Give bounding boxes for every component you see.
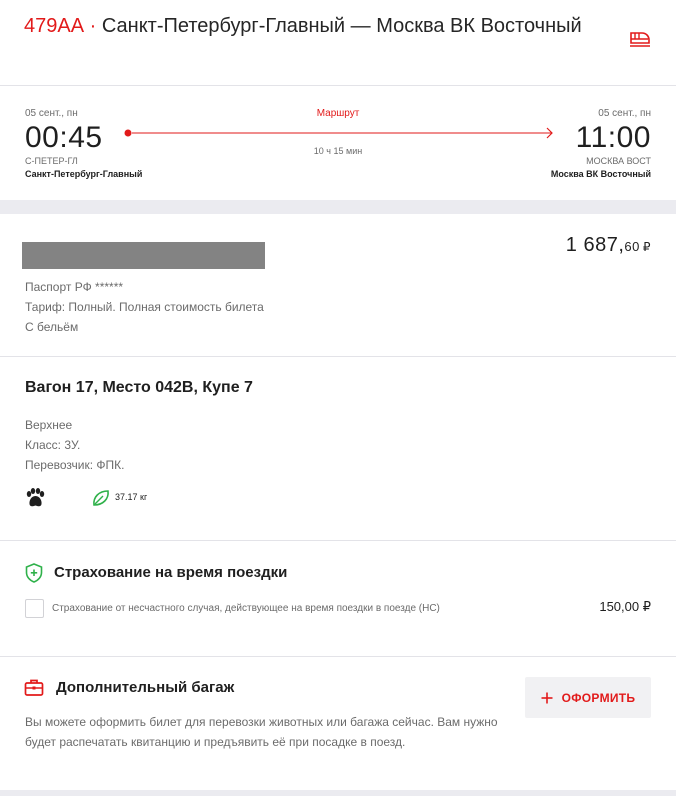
baggage-description: Вы можете оформить билет для перевозки ж… bbox=[25, 715, 498, 749]
trip-duration: 10 ч 15 мин bbox=[313, 146, 363, 156]
train-icon bbox=[630, 32, 650, 47]
passenger-linen: С бельём bbox=[25, 320, 79, 334]
arrival-time: 11:00 bbox=[575, 121, 651, 154]
currency-sign: ₽ bbox=[642, 240, 651, 254]
seat-position: Верхнее bbox=[25, 418, 73, 432]
passenger-section: 1 687,60 ₽ Паспорт РФ ****** Тариф: Полны… bbox=[0, 214, 676, 357]
passenger-document: Паспорт РФ ****** bbox=[25, 280, 124, 294]
seat-heading: Вагон 17, Место 042В, Купе 7 bbox=[25, 379, 253, 396]
trip-title: 479АА · Санкт-Петербург-Главный — Москва… bbox=[24, 14, 584, 39]
passenger-name-redacted bbox=[22, 242, 265, 269]
shield-plus-icon bbox=[25, 563, 43, 583]
price-main: 1 687, bbox=[565, 234, 625, 256]
briefcase-icon bbox=[24, 679, 44, 696]
arrival-station: Москва ВК Восточный bbox=[550, 169, 651, 179]
insurance-price: 150,00 ₽ bbox=[599, 599, 651, 614]
insurance-heading: Страхование на время поездки bbox=[54, 564, 288, 581]
route-arrow bbox=[124, 127, 553, 139]
trip-header: 479АА · Санкт-Петербург-Главный — Москва… bbox=[0, 0, 676, 86]
seat-section: Вагон 17, Место 042В, Купе 7 Верхнее Кла… bbox=[0, 357, 676, 541]
train-number: 479АА bbox=[24, 15, 85, 37]
title-separator: · bbox=[89, 15, 97, 37]
route-link[interactable]: Маршрут bbox=[0, 108, 676, 119]
seat-carrier: Перевозчик: ФПК. bbox=[25, 458, 125, 472]
price-cents: 60 bbox=[624, 239, 640, 254]
section-divider bbox=[0, 200, 676, 214]
departure-station: Санкт-Петербург-Главный bbox=[25, 169, 143, 179]
arrival-code: МОСКВА ВОСТ bbox=[586, 156, 651, 166]
insurance-description: Страхование от несчастного случая, дейст… bbox=[52, 603, 440, 614]
route-section: 05 сент., пн 00:45 С-ПЕТЕР-ГЛ Санкт-Пете… bbox=[0, 86, 676, 200]
route-title: Санкт-Петербург-Главный — Москва ВК Вост… bbox=[101, 15, 582, 37]
co2-footprint: 37.17 кг bbox=[115, 492, 148, 502]
baggage-section: Дополнительный багаж Вы можете оформить … bbox=[0, 657, 676, 790]
insurance-checkbox[interactable] bbox=[25, 599, 44, 618]
passenger-tariff: Тариф: Полный. Полная стоимость билета bbox=[25, 300, 264, 314]
arrival-date: 05 сент., пн bbox=[598, 108, 651, 119]
ticket-price: 1 687,60 ₽ bbox=[566, 234, 651, 257]
paw-icon bbox=[26, 488, 45, 507]
departure-code: С-ПЕТЕР-ГЛ bbox=[25, 156, 78, 166]
seat-class: Класс: 3У. bbox=[25, 438, 81, 452]
baggage-order-label: ОФОРМИТЬ bbox=[561, 690, 636, 705]
baggage-heading: Дополнительный багаж bbox=[56, 679, 235, 696]
baggage-order-button[interactable]: ОФОРМИТЬ bbox=[525, 677, 651, 718]
insurance-section: Страхование на время поездки Страхование… bbox=[0, 541, 676, 657]
leaf-icon bbox=[93, 490, 109, 506]
plus-icon bbox=[541, 692, 553, 703]
bottom-divider bbox=[0, 790, 676, 796]
